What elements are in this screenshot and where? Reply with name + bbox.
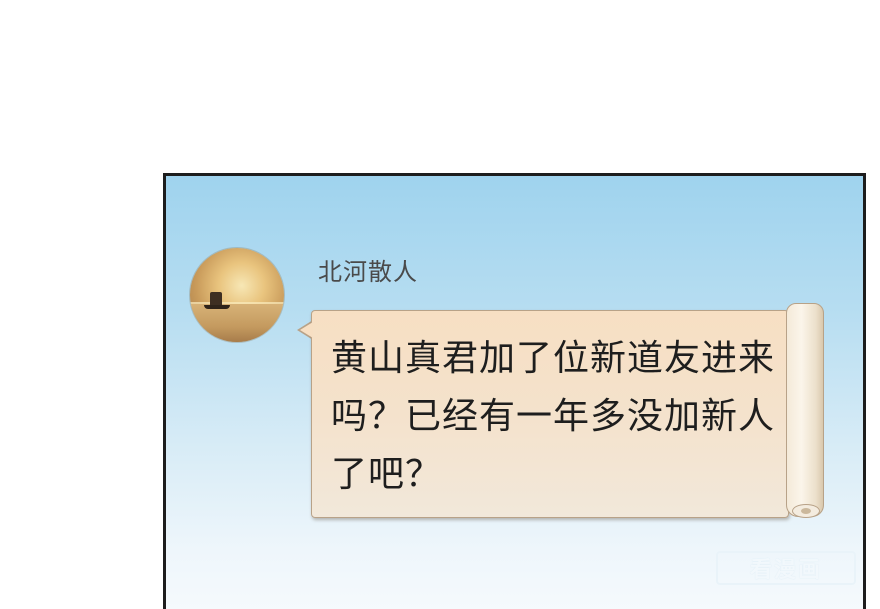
scroll-cap-hole	[801, 508, 811, 514]
user-avatar[interactable]	[190, 248, 284, 342]
comic-page: 北河散人 黄山真君加了位新道友进来 吗？已经有一年多没加新人 了吧？ 看漫画	[0, 0, 880, 609]
message-line-1: 黄山真君加了位新道友进来	[331, 338, 776, 379]
message-line-2: 吗？已经有一年多没加新人	[331, 396, 776, 437]
boat-icon	[210, 292, 222, 306]
avatar-water	[190, 304, 284, 342]
scroll-roll-icon	[786, 303, 824, 517]
bubble-tail-fill	[300, 322, 313, 338]
username-label: 北河散人	[318, 258, 418, 286]
message-text: 黄山真君加了位新道友进来 吗？已经有一年多没加新人 了吧？	[331, 330, 783, 504]
boat-hull	[204, 305, 230, 309]
message-line-3: 了吧？	[331, 454, 443, 495]
watermark-logo: 看漫画	[716, 551, 856, 585]
